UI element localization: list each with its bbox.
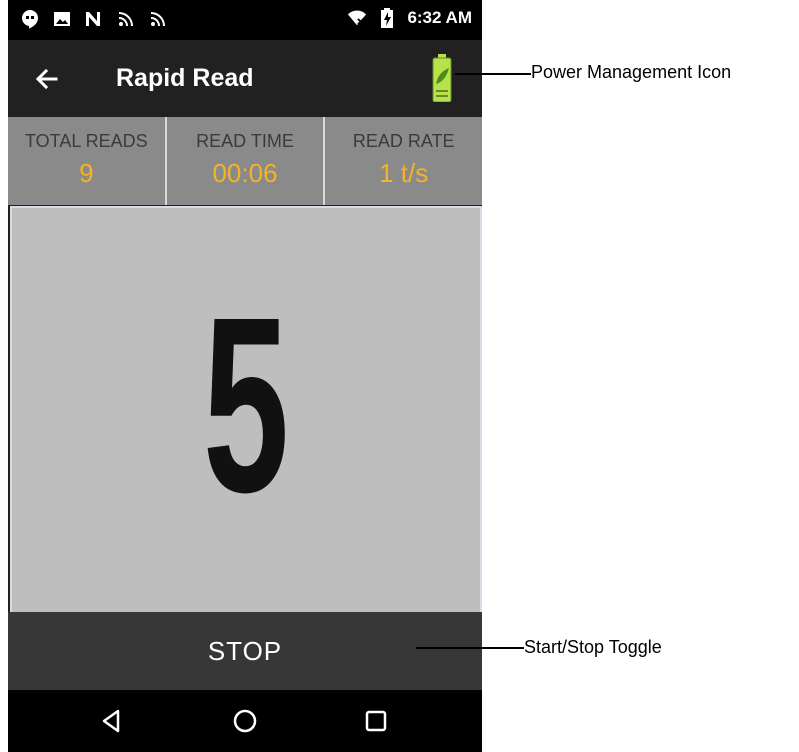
page-title: Rapid Read [116,64,254,92]
stat-read-rate: READ RATE 1 t/s [325,117,482,205]
battery-charging-icon [381,8,394,28]
status-icons-right: 6:32 AM [347,8,472,28]
phone-screen: 6:32 AM Rapid Read TOTAL READS 9 READ TI… [8,0,482,752]
stat-value: 1 t/s [379,158,429,188]
power-management-icon[interactable] [432,54,452,102]
stat-read-time: READ TIME 00:06 [167,117,326,205]
stat-total-reads: TOTAL READS 9 [8,117,167,205]
stop-button-label: STOP [207,636,283,666]
rfid-icon [150,12,165,27]
navigation-bar [8,690,482,752]
rfid-icon [118,12,133,27]
start-stop-button[interactable]: STOP [8,612,482,690]
back-arrow-icon[interactable] [30,62,64,96]
hangouts-icon [22,10,38,29]
stat-label: READ RATE [352,131,455,151]
clock: 6:32 AM [407,8,472,27]
status-bar: 6:32 AM [8,0,482,40]
wifi-off-icon [348,10,367,26]
start-stop-callout: Start/Stop Toggle [524,637,662,657]
image-icon [54,12,70,26]
power-management-callout: Power Management Icon [531,62,732,82]
unique-tag-count: 5 [202,265,290,544]
recents-square-icon[interactable] [363,708,389,734]
stat-label: TOTAL READS [24,131,148,151]
nfc-icon [86,12,100,26]
status-icons-left [20,9,168,29]
back-triangle-icon[interactable] [99,708,125,734]
stat-value: 9 [79,158,94,188]
toggle-callout-line [416,647,524,649]
stat-label: READ TIME [196,131,294,151]
unique-tag-count-panel: 5 [10,206,482,614]
app-bar: Rapid Read [8,40,482,117]
power-callout-line [455,73,531,75]
stats-bar: TOTAL READS 9 READ TIME 00:06 READ RATE … [8,117,482,205]
home-circle-icon[interactable] [232,708,258,734]
stat-value: 00:06 [212,158,278,188]
